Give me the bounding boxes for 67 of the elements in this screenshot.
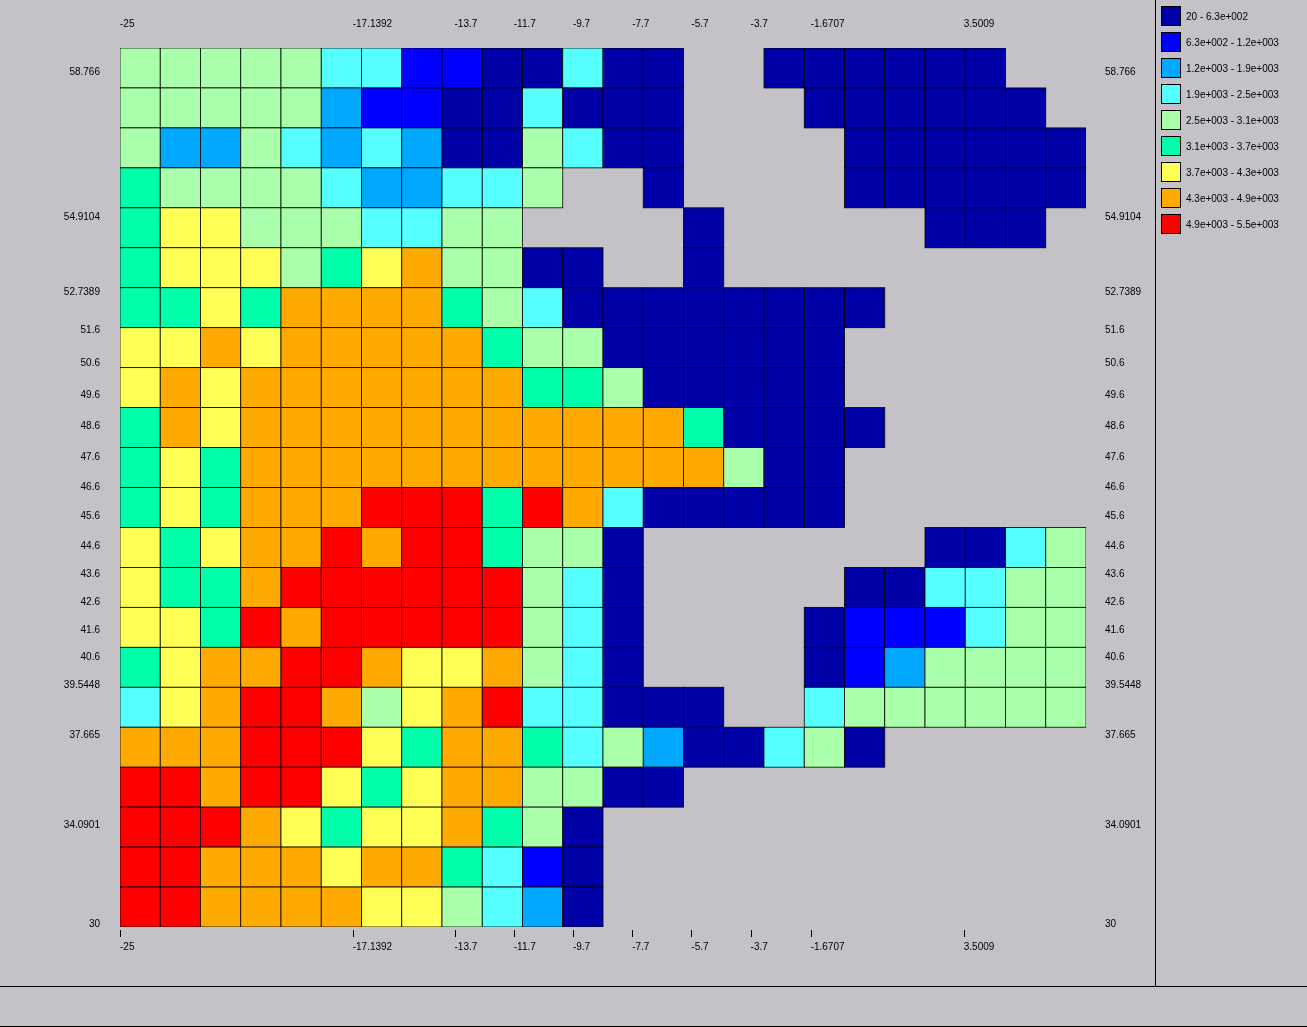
axis-tick-label: 40.6 (1105, 651, 1125, 662)
axis-tick-label: -7.7 (632, 19, 650, 29)
axis-tick-label: -7.7 (632, 942, 650, 952)
axis-tick-label: 30 (87, 919, 100, 929)
axis-tick-label: 30 (1105, 919, 1117, 929)
axis-tick-label: 37.665 (1105, 729, 1136, 740)
axis-tick-label: 44.6 (1105, 540, 1125, 551)
legend-label: 2.5e+003 - 3.1e+003 (1186, 113, 1279, 128)
axis-tick-label: 54.9104 (1105, 211, 1142, 222)
axis-tick-label: 42.6 (1105, 597, 1125, 608)
axis-tick-label: 49.6 (1105, 389, 1125, 400)
legend-label: 4.9e+003 - 5.5e+003 (1186, 217, 1279, 232)
axis-tick-label: 50.6 (1105, 357, 1125, 368)
axis-tick-label: 54.9104 (62, 211, 100, 222)
axis-tick-label: 47.6 (1105, 451, 1125, 462)
legend-label: 4.3e+003 - 4.9e+003 (1186, 191, 1279, 206)
axis-tick-label: -13.7 (454, 19, 478, 29)
axis-tick-label: -25 (120, 19, 135, 29)
axis-tick-label: 34.0901 (1105, 820, 1142, 831)
axis-tick-label: -3.7 (750, 19, 768, 29)
axis-tick-label: 43.6 (1105, 569, 1125, 580)
axis-tick-label: 44.6 (79, 540, 100, 551)
axis-tick-label: 45.6 (79, 511, 100, 522)
axis-tick-label: -11.7 (513, 19, 536, 29)
axis-tick-label: 39.5448 (1105, 680, 1142, 691)
axis-tick-label: -9.7 (572, 942, 591, 952)
legend-label: 1.9e+003 - 2.5e+003 (1186, 87, 1279, 102)
axis-tick-label: 47.6 (79, 451, 100, 462)
axis-tick-label: 51.6 (1105, 325, 1125, 336)
axis-tick-label: 43.6 (79, 569, 100, 580)
axis-tick-label: -1.6707 (810, 942, 845, 952)
axis-tick-label: 3.5009 (963, 19, 995, 29)
legend-label: 3.1e+003 - 3.7e+003 (1186, 139, 1279, 154)
legend-label: 3.7e+003 - 4.3e+003 (1186, 165, 1279, 180)
axis-tick-label: 46.6 (1105, 481, 1125, 492)
axis-tick-label: -5.7 (691, 19, 709, 29)
axis-tick-label: 50.6 (79, 357, 100, 368)
axis-tick-label: -17.1392 (352, 942, 393, 952)
axis-tick-label: -1.6707 (810, 19, 845, 29)
legend-label: 6.3e+002 - 1.2e+003 (1186, 35, 1279, 50)
legend-label: 20 - 6.3e+002 (1186, 9, 1248, 24)
axis-tick-label: 48.6 (1105, 421, 1125, 432)
axis-tick-label: -3.7 (750, 942, 768, 952)
axis-tick-label: 37.665 (68, 729, 100, 740)
axis-tick-label: -17.1392 (352, 19, 393, 29)
axis-tick-label: -5.7 (691, 942, 709, 952)
axis-tick-label: 48.6 (79, 421, 100, 432)
axis-tick-label: 58.766 (68, 67, 100, 77)
legend-label: 1.2e+003 - 1.9e+003 (1186, 61, 1279, 76)
axis-tick-label: 52.7389 (62, 287, 100, 298)
axis-tick-label: 45.6 (1105, 511, 1125, 522)
axis-tick-label: 49.6 (79, 389, 100, 400)
axis-tick-label: 3.5009 (963, 942, 995, 952)
axis-tick-label: 52.7389 (1105, 287, 1142, 298)
axis-tick-label: 41.6 (79, 624, 100, 635)
axis-tick-label: 41.6 (1105, 624, 1125, 635)
axis-tick-label: -9.7 (572, 19, 591, 29)
axis-tick-label: 39.5448 (62, 680, 100, 691)
axis-tick-label: 46.6 (79, 481, 100, 492)
axis-tick-label: 40.6 (79, 651, 100, 662)
axis-tick-label: 42.6 (79, 597, 100, 608)
axis-tick-label: 58.766 (1105, 67, 1136, 77)
axis-tick-label: 34.0901 (62, 820, 100, 831)
axis-tick-label: -25 (120, 942, 135, 952)
axis-tick-label: -11.7 (513, 942, 536, 952)
axis-tick-label: -13.7 (454, 942, 478, 952)
axis-tick-label: 51.6 (79, 325, 100, 336)
